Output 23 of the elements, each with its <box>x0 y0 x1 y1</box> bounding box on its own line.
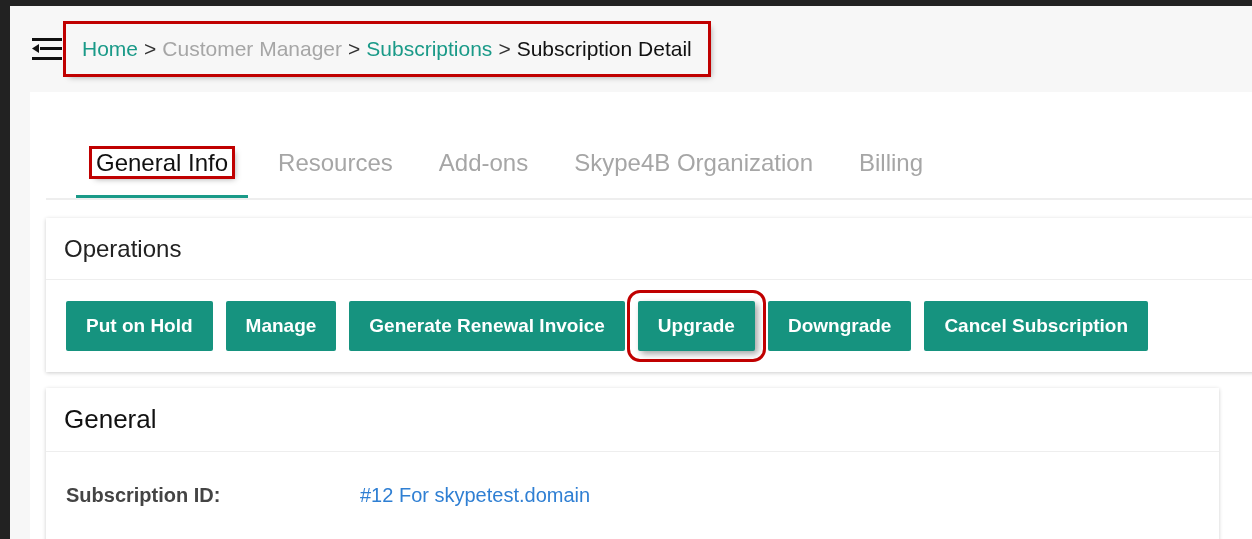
tab[interactable]: Add-ons <box>422 145 545 198</box>
breadcrumb-item[interactable]: Subscriptions <box>366 33 493 65</box>
operation-button[interactable]: Generate Renewal Invoice <box>349 301 625 351</box>
field-link[interactable]: #12 For skypetest.domain <box>360 480 591 510</box>
breadcrumb-item[interactable]: Home <box>82 33 139 65</box>
tab[interactable]: Resources <box>262 145 409 198</box>
card-title: Operations <box>46 218 1252 280</box>
operation-button[interactable]: Cancel Subscription <box>924 301 1149 351</box>
breadcrumb-separator: > <box>498 36 511 63</box>
operation-button[interactable]: Put on Hold <box>66 301 213 351</box>
operation-button[interactable]: Manage <box>225 301 337 351</box>
tab[interactable]: Skype4B Organization <box>558 145 829 198</box>
breadcrumb-separator: > <box>348 36 361 63</box>
field-label: Subscription ID: <box>66 483 222 508</box>
card-title: General <box>46 388 1219 452</box>
tab[interactable]: Billing <box>843 145 940 198</box>
breadcrumb-item: Subscription Detail <box>516 36 692 63</box>
operation-button[interactable]: Upgrade <box>637 301 755 351</box>
tab[interactable]: General Info <box>76 145 249 198</box>
breadcrumb-separator: > <box>144 36 157 63</box>
menu-collapse-icon[interactable] <box>32 36 62 62</box>
operation-button[interactable]: Downgrade <box>767 301 912 351</box>
breadcrumb-item[interactable]: Customer Manager <box>162 33 343 65</box>
